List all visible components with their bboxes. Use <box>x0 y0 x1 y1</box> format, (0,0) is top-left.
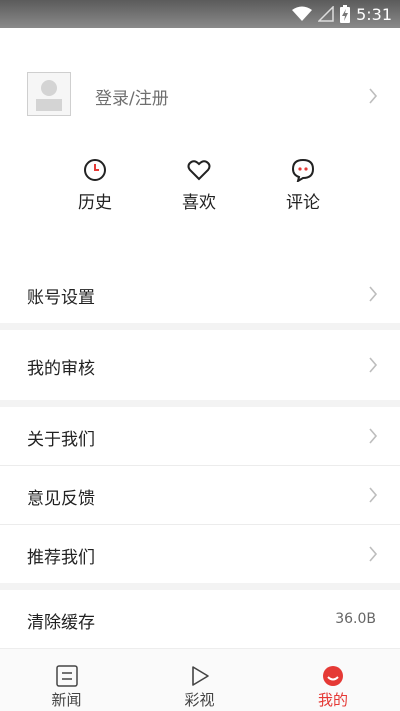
signal-icon <box>318 6 334 22</box>
settings-item-label: 账号设置 <box>27 288 95 308</box>
chevron-right-icon <box>369 487 378 503</box>
tab-news[interactable]: 新闻 <box>0 649 133 711</box>
default-avatar-icon <box>36 80 62 111</box>
play-icon <box>191 666 209 686</box>
settings-item-label: 关于我们 <box>27 430 95 450</box>
history-label: 历史 <box>78 193 112 213</box>
avatar[interactable] <box>27 72 71 116</box>
comments-label: 评论 <box>286 193 320 213</box>
news-icon <box>55 665 78 687</box>
settings-item-label: 清除缓存 <box>27 613 95 633</box>
chevron-right-icon <box>369 88 378 104</box>
heart-icon <box>187 160 211 181</box>
wifi-icon <box>292 6 313 21</box>
tab-label: 我的 <box>317 691 348 709</box>
login-register-link[interactable]: 登录/注册 <box>95 84 169 109</box>
login-row[interactable]: 登录/注册 <box>0 70 400 122</box>
settings-item-about[interactable]: 关于我们 <box>0 407 400 465</box>
settings-item-label: 意见反馈 <box>27 489 95 509</box>
settings-item-account[interactable]: 账号设置 <box>0 265 400 323</box>
likes-label: 喜欢 <box>182 193 216 213</box>
chevron-right-icon <box>369 428 378 444</box>
section-separator <box>0 400 400 407</box>
comments-button[interactable]: 评论 <box>263 158 343 213</box>
comment-icon <box>291 158 315 182</box>
tab-video[interactable]: 彩视 <box>133 649 266 711</box>
settings-item-clear-cache[interactable]: 清除缓存 36.0B <box>0 590 400 648</box>
cache-size: 36.0B <box>335 611 376 627</box>
settings-item-review[interactable]: 我的审核 <box>0 336 400 394</box>
chevron-right-icon <box>369 546 378 562</box>
clock-icon <box>84 159 106 181</box>
status-bar: 5:31 <box>0 0 400 28</box>
chevron-right-icon <box>369 286 378 302</box>
status-icons: 5:31 <box>292 4 392 24</box>
settings-item-feedback[interactable]: 意见反馈 <box>0 466 400 524</box>
settings-item-label: 我的审核 <box>27 359 95 379</box>
section-separator <box>0 583 400 590</box>
battery-charging-icon <box>340 5 351 23</box>
tab-label: 彩视 <box>184 691 215 709</box>
likes-button[interactable]: 喜欢 <box>159 158 239 213</box>
settings-item-label: 推荐我们 <box>27 548 95 568</box>
tab-mine[interactable]: 我的 <box>266 649 400 711</box>
chevron-right-icon <box>369 357 378 373</box>
history-button[interactable]: 历史 <box>55 158 135 213</box>
profile-smile-icon <box>323 666 343 686</box>
settings-item-recommend[interactable]: 推荐我们 <box>0 525 400 583</box>
status-time: 5:31 <box>356 4 392 24</box>
bottom-tab-bar: 新闻 彩视 我的 <box>0 648 400 711</box>
section-separator <box>0 323 400 330</box>
tab-label: 新闻 <box>51 691 82 709</box>
